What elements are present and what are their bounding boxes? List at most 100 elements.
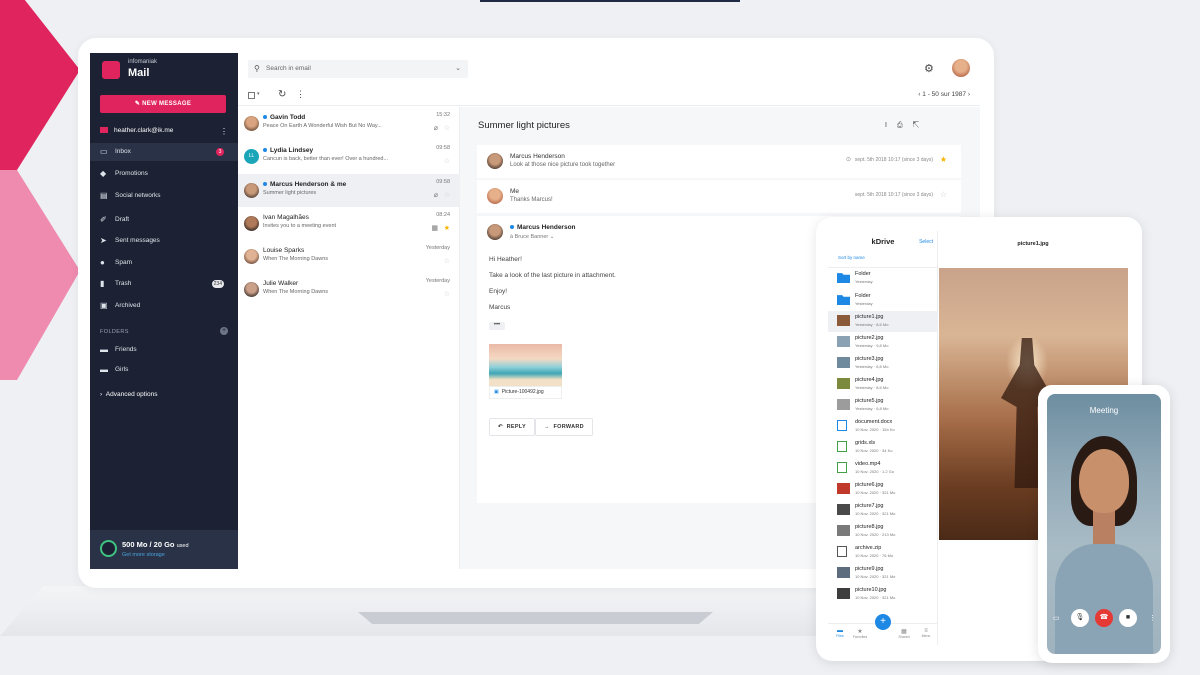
star-icon[interactable]: ☆ [940, 190, 947, 199]
select-caret-icon[interactable]: ▾ [257, 91, 260, 97]
document-icon [837, 420, 847, 431]
tab-favorites[interactable]: ★ Favorites [852, 628, 868, 639]
sidebar-folder-friends[interactable]: ▬ Friends [90, 341, 238, 359]
file-meta: Yesterday · 9,8 Mo [855, 343, 889, 348]
search-input[interactable]: ⚲ Search in email ⌄ [248, 60, 468, 78]
sidebar-item-promotions[interactable]: ◆ Promotions [90, 165, 238, 183]
sidebar-item-social-networks[interactable]: ▤ Social networks [90, 187, 238, 205]
sidebar-item-archived[interactable]: ▣ Archived [90, 297, 238, 315]
add-folder-icon[interactable]: + [220, 327, 228, 335]
microphone-icon[interactable]: 🎙 [1071, 609, 1089, 627]
search-icon: ⚲ [254, 64, 260, 73]
get-more-storage-link[interactable]: Get more storage [122, 552, 165, 558]
user-avatar[interactable] [952, 59, 970, 77]
more-options-icon[interactable]: ⋮ [1149, 614, 1156, 622]
text-format-icon[interactable]: I [885, 122, 897, 129]
file-item[interactable]: picture6.jpg 10 Nov. 2020 · 321 Mo [828, 479, 938, 500]
storage-amount: 500 Mo / 20 Go [122, 540, 175, 549]
account-selector[interactable]: heather.clark@ik.me [100, 127, 173, 134]
archive-icon: ▣ [100, 301, 108, 310]
file-item[interactable]: grids.xls 10 Nov. 2020 · 34 Ko [828, 437, 938, 458]
file-item[interactable]: Folder Yesterday [828, 290, 938, 311]
file-item[interactable]: picture9.jpg 10 Nov. 2020 · 321 Mo [828, 563, 938, 584]
file-meta: 10 Nov. 2020 · 321 Mo [855, 511, 896, 516]
list-item[interactable]: Ivan Magalhães Invites you to a meeting … [238, 207, 460, 240]
list-toolbar: ▾ ↻ ⋮ ‹ 1 - 50 sur 1987 › [238, 86, 980, 106]
camera-icon[interactable]: ■ [1119, 609, 1137, 627]
avatar [244, 216, 259, 231]
select-button[interactable]: Select [919, 239, 933, 245]
sidebar-item-label: Inbox [115, 148, 131, 155]
sidebar-folder-girls[interactable]: ▬ Girls [90, 361, 238, 379]
file-item[interactable]: picture4.jpg Yesterday · 8,6 Mo [828, 374, 938, 395]
file-item[interactable]: archive.zip 10 Nov. 2020 · 76 Mo [828, 542, 938, 563]
sender-name: Gavin Todd [270, 114, 306, 121]
sidebar-item-trash[interactable]: ▮ Trash 234 [90, 275, 238, 293]
refresh-icon[interactable]: ↻ [278, 89, 286, 100]
tab-menu[interactable]: ≡ Menu [918, 628, 934, 638]
reply-button[interactable]: ↶ REPLY [489, 418, 535, 436]
account-menu-icon[interactable]: ⋮ [220, 127, 228, 136]
file-meta: Yesterday [855, 279, 873, 284]
sidebar-item-draft[interactable]: ✐ Draft [90, 211, 238, 229]
star-icon[interactable]: ☆ [444, 191, 450, 199]
file-item[interactable]: picture5.jpg Yesterday · 6,8 Mo [828, 395, 938, 416]
account-email: heather.clark@ik.me [114, 127, 174, 134]
sidebar-item-label: Sent messages [115, 237, 160, 244]
file-meta: Yesterday · 6,8 Mo [855, 364, 889, 369]
avatar [244, 116, 259, 131]
advanced-options-toggle[interactable]: › Advanced options [100, 391, 157, 398]
message-snippet: Look at those nice picture took together [510, 162, 616, 168]
next-page-icon[interactable]: › [966, 91, 970, 98]
hang-up-icon[interactable]: ☎ [1095, 609, 1113, 627]
attachment-name[interactable]: ▣ Picture-100492.jpg [489, 386, 562, 399]
list-item[interactable]: LL Lydia Lindsey Cancun is back, better … [238, 140, 460, 173]
more-actions-icon[interactable]: ⋮ [296, 89, 305, 100]
collapsed-message[interactable]: Marcus Henderson Look at those nice pict… [477, 145, 961, 178]
advanced-options-label: Advanced options [105, 391, 158, 398]
select-all-checkbox[interactable] [248, 92, 255, 99]
tab-files[interactable]: ▬ Files [832, 628, 848, 638]
open-external-icon[interactable]: ⇱ [913, 122, 929, 129]
star-icon[interactable]: ☆ [444, 124, 450, 132]
file-name: archive.zip [855, 545, 882, 551]
add-file-button[interactable]: + [875, 614, 891, 630]
print-icon[interactable]: ⎙ [897, 122, 913, 129]
star-icon[interactable]: ☆ [444, 157, 450, 165]
message-time: 09:58 [436, 179, 450, 185]
new-message-label: NEW MESSAGE [142, 101, 192, 107]
file-item[interactable]: Folder Yesterday [828, 268, 938, 289]
sidebar-item-spam[interactable]: ● Spam [90, 254, 238, 272]
star-icon[interactable]: ☆ [444, 290, 450, 298]
file-item[interactable]: document.docx 10 Nov. 2020 · 154 Ko [828, 416, 938, 437]
star-icon[interactable]: ★ [444, 224, 450, 232]
sidebar-item-inbox[interactable]: ▭ Inbox 3 [90, 143, 238, 161]
file-item[interactable]: picture8.jpg 10 Nov. 2020 · 213 Mo [828, 521, 938, 542]
file-item[interactable]: picture1.jpg Yesterday · 8,6 Mo [828, 311, 938, 332]
file-item[interactable]: picture7.jpg 10 Nov. 2020 · 321 Mo [828, 500, 938, 521]
list-item[interactable]: Marcus Henderson & me Summer light pictu… [238, 174, 460, 207]
chevron-down-icon[interactable]: ⌄ [455, 64, 461, 72]
gear-icon[interactable]: ⚙ [924, 62, 934, 75]
file-item[interactable]: video.mp4 10 Nov. 2020 · 1.2 Go [828, 458, 938, 479]
show-quoted-button[interactable]: ••• [489, 322, 505, 330]
list-item[interactable]: Gavin Todd Peace On Earth A Wonderful Wi… [238, 107, 460, 140]
new-message-button[interactable]: ✎ NEW MESSAGE [100, 95, 226, 113]
list-item[interactable]: Louise Sparks When The Morning Dawns Yes… [238, 240, 460, 273]
file-item[interactable]: picture2.jpg Yesterday · 9,8 Mo [828, 332, 938, 353]
star-icon[interactable]: ☆ [444, 257, 450, 265]
trash-icon: ▮ [100, 279, 105, 288]
image-thumbnail-icon [837, 588, 850, 599]
sort-button[interactable]: Sort by name [838, 255, 865, 260]
file-item[interactable]: picture10.jpg 10 Nov. 2020 · 321 Mo [828, 584, 938, 605]
screen-share-icon[interactable]: ▭ [1053, 614, 1060, 622]
tab-shared[interactable]: ▦ Shared [896, 628, 912, 639]
sidebar-item-sent[interactable]: ➤ Sent messages [90, 232, 238, 250]
recipient[interactable]: à Bruce Banner ⌄ [510, 234, 554, 240]
star-icon[interactable]: ★ [940, 155, 947, 164]
list-item[interactable]: Julie Walker When The Morning Dawns Yest… [238, 273, 460, 306]
file-item[interactable]: picture3.jpg Yesterday · 6,8 Mo [828, 353, 938, 374]
forward-button[interactable]: → FORWARD [535, 418, 593, 436]
collapsed-message[interactable]: Me Thanks Marcus! sept. 5th 2018 10:17 (… [477, 180, 961, 213]
attachment-thumbnail[interactable] [489, 344, 562, 386]
